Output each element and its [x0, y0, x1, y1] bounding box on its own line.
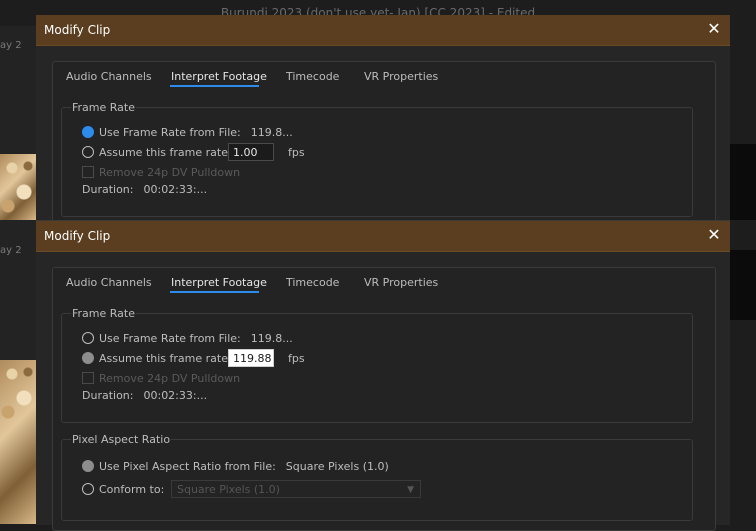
- duration-row: Duration: 00:02:33:...: [82, 388, 207, 404]
- frame-rate-input[interactable]: 1.00: [228, 143, 274, 161]
- dialog-title-bar[interactable]: Modify Clip ✕: [36, 221, 730, 252]
- radio-selected-icon[interactable]: [82, 126, 94, 138]
- option-label: Use Frame Rate from File:: [99, 332, 241, 345]
- duration-value: 00:02:33:...: [143, 389, 208, 402]
- assume-frame-rate-option[interactable]: Assume this frame rate: 1.00 fps: [82, 143, 322, 161]
- modify-clip-dialog: Modify Clip ✕ Audio Channels Interpret F…: [36, 220, 730, 531]
- close-icon[interactable]: ✕: [706, 227, 722, 243]
- file-frame-rate-value: 119.8...: [250, 126, 293, 139]
- tab-panel: Audio Channels Interpret Footage Timecod…: [52, 61, 716, 233]
- dialog-title: Modify Clip: [44, 229, 111, 243]
- duration-row: Duration: 00:02:33:...: [82, 182, 207, 198]
- program-monitor-edge: [730, 250, 756, 320]
- group-title: Frame Rate: [71, 101, 136, 114]
- use-file-frame-rate-option[interactable]: Use Frame Rate from File: 119.8...: [82, 125, 293, 141]
- select-value: Square Pixels (1.0): [177, 483, 280, 496]
- dialog-title-bar[interactable]: Modify Clip ✕: [36, 15, 730, 46]
- option-label: Conform to:: [99, 483, 165, 496]
- pixel-aspect-ratio-group: Pixel Aspect Ratio Use Pixel Aspect Rati…: [61, 433, 693, 521]
- clip-thumbnail[interactable]: [0, 154, 36, 220]
- active-tab-indicator: [170, 85, 259, 87]
- clip-thumbnail[interactable]: [0, 360, 36, 524]
- tab-vr-properties[interactable]: VR Properties: [364, 70, 438, 83]
- program-monitor-edge: [730, 144, 756, 220]
- option-label: Assume this frame rate:: [99, 352, 232, 365]
- option-label: Remove 24p DV Pulldown: [99, 372, 241, 385]
- radio-icon[interactable]: [82, 146, 94, 158]
- checkbox-icon: [82, 166, 94, 178]
- duration-value: 00:02:33:...: [143, 183, 208, 196]
- tab-timecode[interactable]: Timecode: [286, 70, 339, 83]
- checkbox-icon: [82, 372, 94, 384]
- tab-audio-channels[interactable]: Audio Channels: [66, 276, 152, 289]
- fps-unit: fps: [288, 146, 305, 159]
- remove-pulldown-option: Remove 24p DV Pulldown: [82, 371, 240, 387]
- file-frame-rate-value: 119.8...: [250, 332, 293, 345]
- tab-panel: Audio Channels Interpret Footage Timecod…: [52, 267, 716, 531]
- frame-rate-input[interactable]: 119.88: [228, 349, 274, 367]
- tab-bar: Audio Channels Interpret Footage Timecod…: [53, 268, 713, 296]
- radio-selected-icon[interactable]: [82, 460, 94, 472]
- group-title: Pixel Aspect Ratio: [71, 433, 172, 446]
- chevron-down-icon: ▼: [407, 485, 414, 495]
- tab-bar: Audio Channels Interpret Footage Timecod…: [53, 62, 713, 90]
- radio-icon[interactable]: [82, 332, 94, 344]
- frame-rate-group: Frame Rate Use Frame Rate from File: 119.…: [61, 101, 693, 217]
- use-file-pixel-aspect-option[interactable]: Use Pixel Aspect Ratio from File: Square …: [82, 459, 389, 475]
- option-label: Assume this frame rate:: [99, 146, 232, 159]
- option-label: Use Frame Rate from File:: [99, 126, 241, 139]
- use-file-frame-rate-option[interactable]: Use Frame Rate from File: 119.8...: [82, 331, 293, 347]
- duration-label: Duration:: [82, 389, 134, 402]
- side-tab-label[interactable]: ay 2: [0, 40, 22, 51]
- tab-interpret-footage[interactable]: Interpret Footage: [171, 70, 267, 83]
- fps-unit: fps: [288, 352, 305, 365]
- tab-interpret-footage[interactable]: Interpret Footage: [171, 276, 267, 289]
- dialog-title: Modify Clip: [44, 23, 111, 37]
- side-tab-label[interactable]: ay 2: [0, 245, 22, 256]
- conform-to-select[interactable]: Square Pixels (1.0) ▼: [171, 480, 421, 498]
- close-icon[interactable]: ✕: [706, 21, 722, 37]
- option-label: Remove 24p DV Pulldown: [99, 166, 241, 179]
- tab-audio-channels[interactable]: Audio Channels: [66, 70, 152, 83]
- file-pixel-aspect-value: Square Pixels (1.0): [285, 460, 389, 473]
- remove-pulldown-option: Remove 24p DV Pulldown: [82, 165, 240, 181]
- conform-to-option[interactable]: Conform to: Square Pixels (1.0) ▼: [82, 480, 442, 498]
- frame-rate-group: Frame Rate Use Frame Rate from File: 119.…: [61, 307, 693, 423]
- group-title: Frame Rate: [71, 307, 136, 320]
- tab-timecode[interactable]: Timecode: [286, 276, 339, 289]
- modify-clip-dialog: Modify Clip ✕ Audio Channels Interpret F…: [36, 15, 730, 233]
- radio-selected-icon[interactable]: [82, 352, 94, 364]
- option-label: Use Pixel Aspect Ratio from File:: [99, 460, 276, 473]
- assume-frame-rate-option[interactable]: Assume this frame rate: 119.88 fps: [82, 349, 322, 367]
- tab-vr-properties[interactable]: VR Properties: [364, 276, 438, 289]
- active-tab-indicator: [170, 291, 259, 293]
- duration-label: Duration:: [82, 183, 134, 196]
- radio-icon[interactable]: [82, 483, 94, 495]
